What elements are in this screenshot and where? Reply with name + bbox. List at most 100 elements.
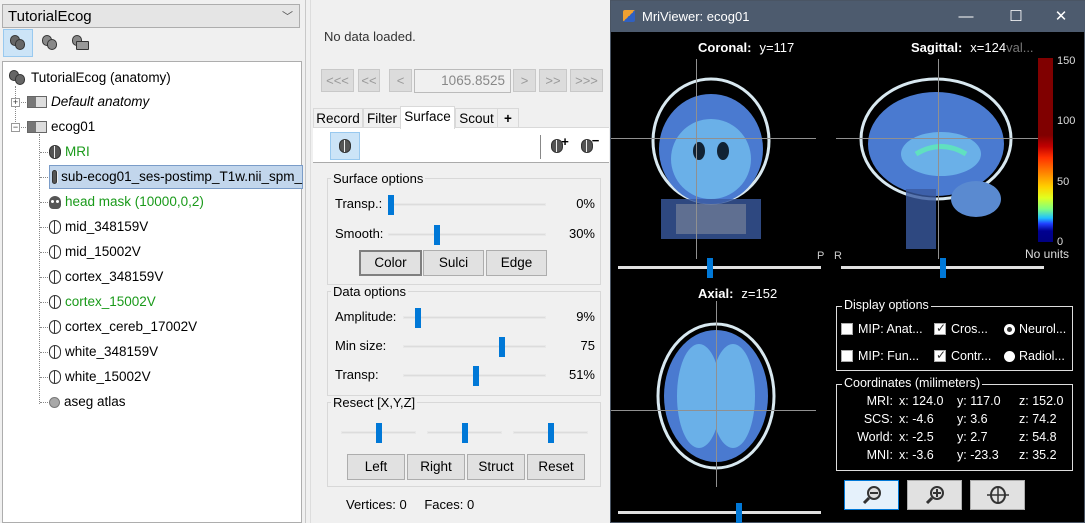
tree-subject-ecog01[interactable]: ecog01 <box>27 115 95 139</box>
collapse-icon[interactable]: − <box>11 123 20 132</box>
tree-item[interactable]: white_348159V <box>49 340 158 364</box>
coronal-slice[interactable] <box>621 59 821 259</box>
zoom-in-button[interactable] <box>907 480 962 510</box>
amplitude-slider[interactable]: Amplitude: 9% <box>335 306 595 328</box>
slider-thumb[interactable] <box>415 308 422 328</box>
slider-thumb[interactable] <box>461 423 468 443</box>
resect-x-slider[interactable] <box>341 421 421 443</box>
radiological-radio[interactable]: Radiol... <box>1004 349 1065 363</box>
jaw-tissue <box>676 204 746 234</box>
data-transp-slider[interactable]: Transp: 51% <box>335 364 595 386</box>
protocol-select[interactable]: TutorialEcog ﹀ <box>2 4 300 28</box>
resect-struct-button[interactable]: Struct <box>467 454 525 480</box>
surface-options-legend: Surface options <box>333 171 424 186</box>
tab-surface[interactable]: Surface <box>400 106 455 129</box>
slider-track[interactable] <box>388 203 546 206</box>
mip-anat-checkbox[interactable]: MIP: Anat... <box>841 322 923 336</box>
color-button[interactable]: Color <box>359 250 422 276</box>
min-size-slider[interactable]: Min size: 75 <box>335 335 595 357</box>
nav-prev-button[interactable]: < <box>389 69 412 92</box>
sagittal-slice[interactable] <box>836 59 1036 259</box>
tree-item[interactable]: MRI <box>49 140 90 164</box>
tree-item[interactable]: mid_348159V <box>49 215 148 239</box>
surface-select-button[interactable] <box>330 132 360 160</box>
status-text: No data loaded. <box>324 29 416 44</box>
functional-view-button[interactable] <box>3 29 33 57</box>
nav-last-button[interactable]: >>> <box>570 69 603 92</box>
resect-y-slider[interactable] <box>427 421 507 443</box>
axial-slider-thumb[interactable] <box>736 503 743 523</box>
zoom-out-button[interactable] <box>844 480 899 510</box>
slider-thumb[interactable] <box>547 423 554 443</box>
crosshair-checkbox[interactable]: Cros... <box>934 321 988 336</box>
tree-item[interactable]: mid_15002V <box>49 240 141 264</box>
expand-icon[interactable]: + <box>11 98 20 107</box>
nav-next-button[interactable]: > <box>513 69 536 92</box>
sagittal-value: val... <box>1006 40 1034 55</box>
slider-label: Min size: <box>335 338 387 353</box>
tree-item[interactable]: aseg atlas <box>49 390 126 414</box>
surface-smooth-slider[interactable]: Smooth: 30% <box>335 223 595 245</box>
mri-icon <box>52 170 59 184</box>
tree-item[interactable]: head mask (10000,0,2) <box>49 190 204 214</box>
tab-record[interactable]: Record <box>313 108 363 129</box>
center-crosshair-button[interactable] <box>970 480 1025 510</box>
tree-item-label: cortex_cereb_17002V <box>65 319 198 334</box>
contrast-checkbox[interactable]: Contr... <box>934 348 991 363</box>
orientation-label: R <box>834 250 842 262</box>
nav-next-big-button[interactable]: >> <box>539 69 567 92</box>
database-view-button[interactable] <box>65 29 95 57</box>
resect-reset-button[interactable]: Reset <box>527 454 585 480</box>
maximize-button[interactable]: ☐ <box>996 4 1036 29</box>
resect-z-slider[interactable] <box>513 421 593 443</box>
tree-item[interactable]: cortex_15002V <box>49 290 156 314</box>
slider-thumb[interactable] <box>388 195 394 215</box>
slider-track[interactable] <box>388 233 546 236</box>
radio-selected-icon <box>1004 323 1015 335</box>
nav-prev-big-button[interactable]: << <box>358 69 380 92</box>
remove-surface-button[interactable]: − <box>579 133 601 156</box>
coronal-slider-thumb[interactable] <box>706 258 713 278</box>
tree-item[interactable]: cortex_348159V <box>49 265 163 289</box>
tab-add[interactable]: + <box>497 108 519 129</box>
tree-line <box>39 134 40 404</box>
coord-y: y: 2.7 <box>957 430 988 444</box>
axial-slider-track[interactable] <box>618 511 821 514</box>
slider-thumb[interactable] <box>433 225 440 245</box>
tab-scout[interactable]: Scout <box>455 108 498 129</box>
close-button[interactable]: ✕ <box>1041 4 1081 29</box>
slider-thumb[interactable] <box>498 337 505 357</box>
coronal-slider-track[interactable] <box>618 266 821 269</box>
tree-item[interactable]: sub-ecog01_ses-postimp_T1w.nii_spm_ <box>49 165 303 189</box>
resect-right-button[interactable]: Right <box>407 454 465 480</box>
surface-transp-slider[interactable]: Transp.: 0% <box>335 193 595 215</box>
slider-thumb[interactable] <box>375 423 382 443</box>
coordinates-group: Coordinates (milimeters) MRI: x: 124.0 y: … <box>836 376 1073 471</box>
slider-thumb[interactable] <box>472 366 479 386</box>
sulci-button[interactable]: Sulci <box>423 250 484 276</box>
time-field[interactable]: 1065.8525 <box>414 69 511 93</box>
tree-item-label: cortex_15002V <box>65 294 156 309</box>
tree-item[interactable]: white_15002V <box>49 365 151 389</box>
window-titlebar[interactable]: MriViewer: ecog01 — ☐ ✕ <box>611 1 1085 32</box>
slider-track[interactable] <box>403 345 546 348</box>
slider-track[interactable] <box>403 316 546 319</box>
axial-slice[interactable] <box>621 301 821 501</box>
nav-first-button[interactable]: <<< <box>321 69 354 92</box>
resect-left-button[interactable]: Left <box>347 454 405 480</box>
anatomy-view-button[interactable] <box>35 29 65 57</box>
minimize-button[interactable]: — <box>946 4 986 29</box>
crosshair-vertical <box>716 301 717 487</box>
ventricle <box>717 142 729 160</box>
tree-subject-default-anatomy[interactable]: Default anatomy <box>27 90 149 114</box>
tree-item[interactable]: cortex_cereb_17002V <box>49 315 197 339</box>
anatomy-view-icon <box>41 35 59 51</box>
sagittal-slider-thumb[interactable] <box>939 258 946 278</box>
head-icon <box>49 195 61 209</box>
neurological-radio[interactable]: Neurol... <box>1004 322 1066 336</box>
add-surface-button[interactable]: + <box>549 134 571 156</box>
edge-button[interactable]: Edge <box>486 250 547 276</box>
mip-fun-checkbox[interactable]: MIP: Fun... <box>841 349 919 363</box>
tab-filter[interactable]: Filter <box>363 108 401 129</box>
tree-root[interactable]: TutorialEcog (anatomy) <box>9 66 171 90</box>
